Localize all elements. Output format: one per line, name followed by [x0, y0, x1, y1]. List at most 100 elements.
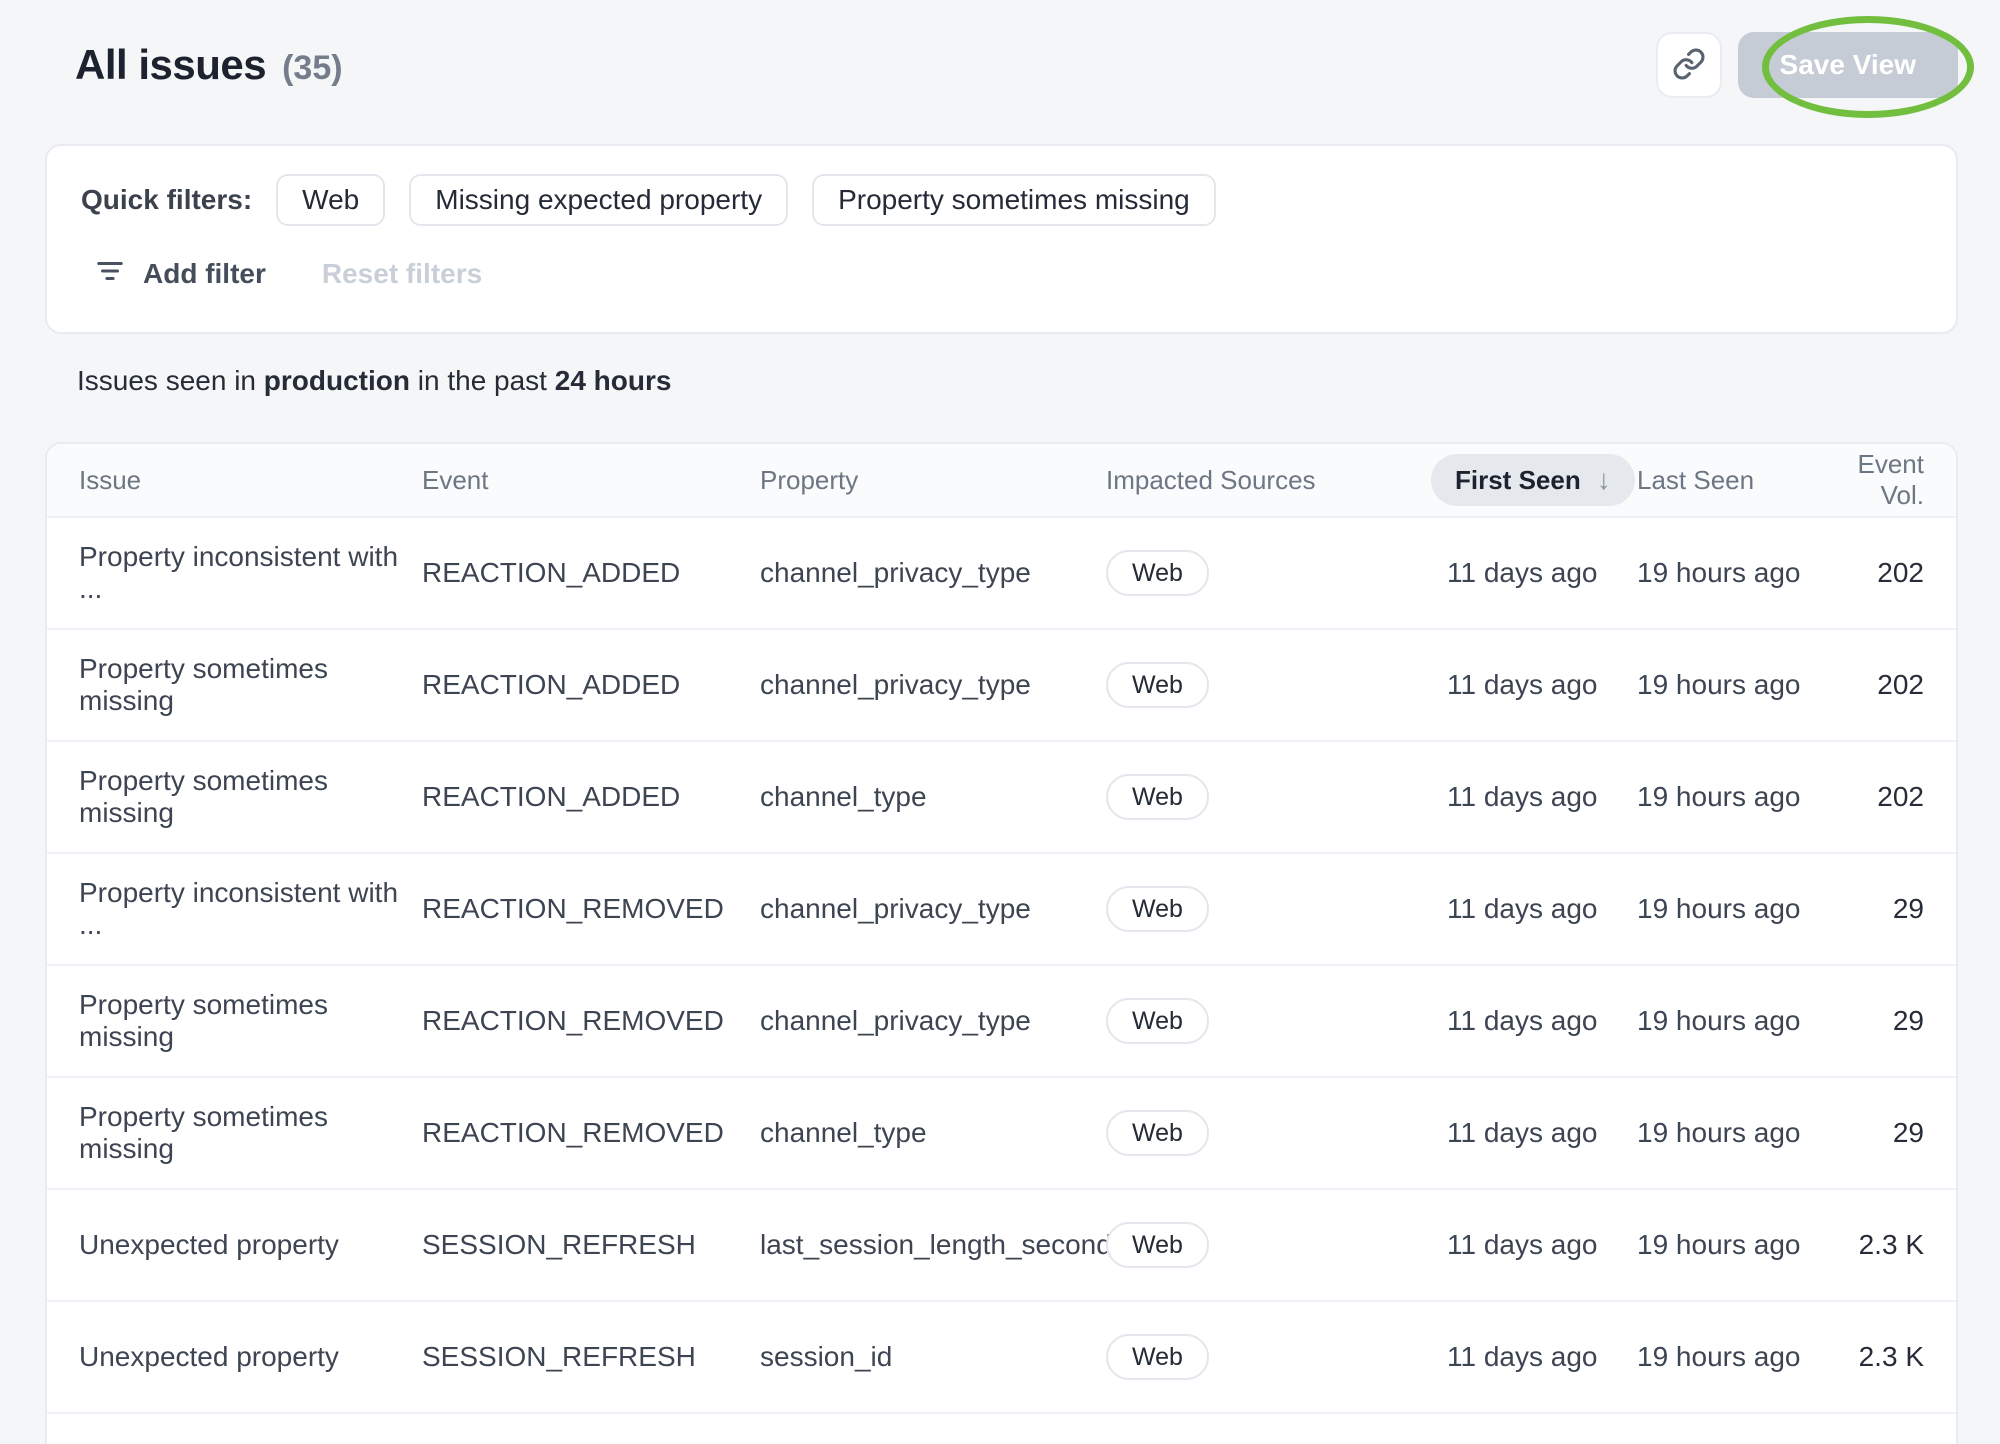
property-cell: channel_privacy_type [760, 893, 1106, 925]
scope-middle: in the past [418, 365, 547, 396]
quick-filters-label: Quick filters: [81, 184, 252, 216]
property-cell: channel_privacy_type [760, 1005, 1106, 1037]
last-seen-cell: 19 hours ago [1637, 669, 1831, 701]
event-cell: REACTION_REMOVED [422, 1117, 760, 1149]
first-seen-label: First Seen [1455, 465, 1581, 496]
last-seen-cell: 19 hours ago [1637, 1005, 1831, 1037]
filter-actions-row: Add filter Reset filters [95, 252, 1922, 296]
first-seen-cell: 11 days ago [1447, 1005, 1637, 1037]
table-row[interactable]: Property inconsistent with ... REACTION_… [47, 854, 1956, 966]
header-actions: Save View [1656, 32, 1958, 98]
table-row[interactable]: Unexpected property SESSION_REFRESH last… [47, 1190, 1956, 1302]
impacted-sources-cell: Web [1106, 1334, 1447, 1380]
impacted-sources-cell: Web [1106, 774, 1447, 820]
reset-filters-button[interactable]: Reset filters [322, 258, 482, 290]
event-cell: REACTION_ADDED [422, 557, 760, 589]
scope-line: Issues seen in production in the past 24… [77, 364, 1958, 398]
impacted-sources-cell: Web [1106, 662, 1447, 708]
property-cell: channel_type [760, 781, 1106, 813]
event-vol-cell: 202 [1831, 781, 1924, 813]
table-row[interactable]: Property sometimes missing REACTION_ADDE… [47, 630, 1956, 742]
column-header-property: Property [760, 465, 1106, 496]
last-seen-cell: 19 hours ago [1637, 557, 1831, 589]
last-seen-cell: 19 hours ago [1637, 1117, 1831, 1149]
source-badge: Web [1106, 774, 1209, 820]
event-vol-cell: 29 [1831, 893, 1924, 925]
event-vol-cell: 2.3 K [1831, 1229, 1924, 1261]
issues-table: Issue Event Property Impacted Sources Fi… [45, 442, 1958, 1444]
first-seen-cell: 11 days ago [1447, 1341, 1637, 1373]
impacted-sources-cell: Web [1106, 1222, 1447, 1268]
issue-cell: Property sometimes missing [79, 989, 422, 1053]
first-seen-cell: 11 days ago [1447, 557, 1637, 589]
event-cell: REACTION_ADDED [422, 781, 760, 813]
first-seen-cell: 11 days ago [1447, 1117, 1637, 1149]
event-cell: REACTION_ADDED [422, 669, 760, 701]
sort-desc-arrow-icon: ↓ [1597, 464, 1611, 496]
scope-prefix: Issues seen in [77, 365, 256, 396]
table-row[interactable]: Unexpected property SESSION_REFRESH sess… [47, 1302, 1956, 1414]
topbar: All issues (35) Save View [45, 28, 1958, 102]
event-cell: SESSION_REFRESH [422, 1341, 760, 1373]
quick-filter-chip-web[interactable]: Web [276, 174, 385, 226]
issue-cell: Property inconsistent with ... [79, 541, 422, 605]
title-wrap: All issues (35) [75, 41, 343, 89]
source-badge: Web [1106, 1110, 1209, 1156]
page-title: All issues [75, 41, 266, 89]
event-cell: REACTION_REMOVED [422, 1005, 760, 1037]
save-view-button[interactable]: Save View [1738, 32, 1958, 98]
copy-link-button[interactable] [1656, 32, 1722, 98]
property-cell: channel_privacy_type [760, 557, 1106, 589]
column-header-first-seen-sort[interactable]: First Seen ↓ [1431, 454, 1635, 506]
issues-page: All issues (35) Save View Quick filt [0, 0, 2000, 1444]
last-seen-cell: 19 hours ago [1637, 1341, 1831, 1373]
event-vol-cell: 202 [1831, 669, 1924, 701]
table-body: Property inconsistent with ... REACTION_… [47, 518, 1956, 1414]
source-badge: Web [1106, 998, 1209, 1044]
quick-filter-chip-property-sometimes-missing[interactable]: Property sometimes missing [812, 174, 1216, 226]
scope-environment: production [264, 365, 410, 396]
issue-cell: Property sometimes missing [79, 653, 422, 717]
first-seen-cell: 11 days ago [1447, 669, 1637, 701]
impacted-sources-cell: Web [1106, 998, 1447, 1044]
table-header-row: Issue Event Property Impacted Sources Fi… [47, 444, 1956, 518]
table-row[interactable]: Property inconsistent with ... REACTION_… [47, 518, 1956, 630]
property-cell: channel_privacy_type [760, 669, 1106, 701]
filter-lines-icon [95, 256, 125, 293]
property-cell: channel_type [760, 1117, 1106, 1149]
event-cell: SESSION_REFRESH [422, 1229, 760, 1261]
column-header-last-seen: Last Seen [1637, 465, 1831, 496]
quick-filters-row: Quick filters: Web Missing expected prop… [81, 174, 1922, 226]
add-filter-button[interactable]: Add filter [95, 256, 266, 293]
column-header-issue: Issue [79, 465, 422, 496]
table-row[interactable]: Property sometimes missing REACTION_REMO… [47, 1078, 1956, 1190]
source-badge: Web [1106, 550, 1209, 596]
quick-filter-chip-missing-expected-property[interactable]: Missing expected property [409, 174, 788, 226]
issue-cell: Property sometimes missing [79, 1101, 422, 1165]
source-badge: Web [1106, 886, 1209, 932]
event-vol-cell: 29 [1831, 1005, 1924, 1037]
event-vol-cell: 2.3 K [1831, 1341, 1924, 1373]
issue-cell: Unexpected property [79, 1341, 422, 1373]
source-badge: Web [1106, 1222, 1209, 1268]
link-icon [1672, 47, 1706, 84]
last-seen-cell: 19 hours ago [1637, 781, 1831, 813]
column-header-event: Event [422, 465, 760, 496]
add-filter-label: Add filter [143, 258, 266, 290]
table-row[interactable]: Property sometimes missing REACTION_ADDE… [47, 742, 1956, 854]
source-badge: Web [1106, 1334, 1209, 1380]
scope-timeframe: 24 hours [555, 365, 672, 396]
property-cell: session_id [760, 1341, 1106, 1373]
table-row[interactable]: Property sometimes missing REACTION_REMO… [47, 966, 1956, 1078]
filter-card: Quick filters: Web Missing expected prop… [45, 144, 1958, 334]
column-header-event-vol: Event Vol. [1831, 449, 1924, 511]
first-seen-cell: 11 days ago [1447, 781, 1637, 813]
issue-cell: Property sometimes missing [79, 765, 422, 829]
impacted-sources-cell: Web [1106, 1110, 1447, 1156]
first-seen-cell: 11 days ago [1447, 1229, 1637, 1261]
impacted-sources-cell: Web [1106, 550, 1447, 596]
issue-cell: Property inconsistent with ... [79, 877, 422, 941]
last-seen-cell: 19 hours ago [1637, 893, 1831, 925]
event-vol-cell: 202 [1831, 557, 1924, 589]
first-seen-cell: 11 days ago [1447, 893, 1637, 925]
